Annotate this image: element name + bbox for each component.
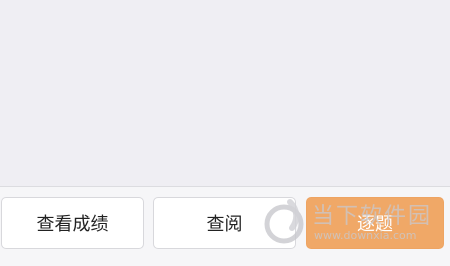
bottom-action-bar: 查看成绩 查阅 逐题	[0, 186, 450, 266]
view-results-label: 查看成绩	[36, 214, 109, 235]
question-by-question-label: 逐题	[357, 214, 393, 235]
review-button[interactable]: 查阅	[153, 197, 296, 249]
content-area	[0, 0, 450, 186]
review-label: 查阅	[206, 214, 243, 235]
quiz-result-screen: 查看成绩 查阅 逐题 当下软件园 www.downxia.com	[0, 0, 450, 266]
question-by-question-button[interactable]: 逐题	[306, 197, 444, 249]
view-results-button[interactable]: 查看成绩	[1, 197, 144, 249]
